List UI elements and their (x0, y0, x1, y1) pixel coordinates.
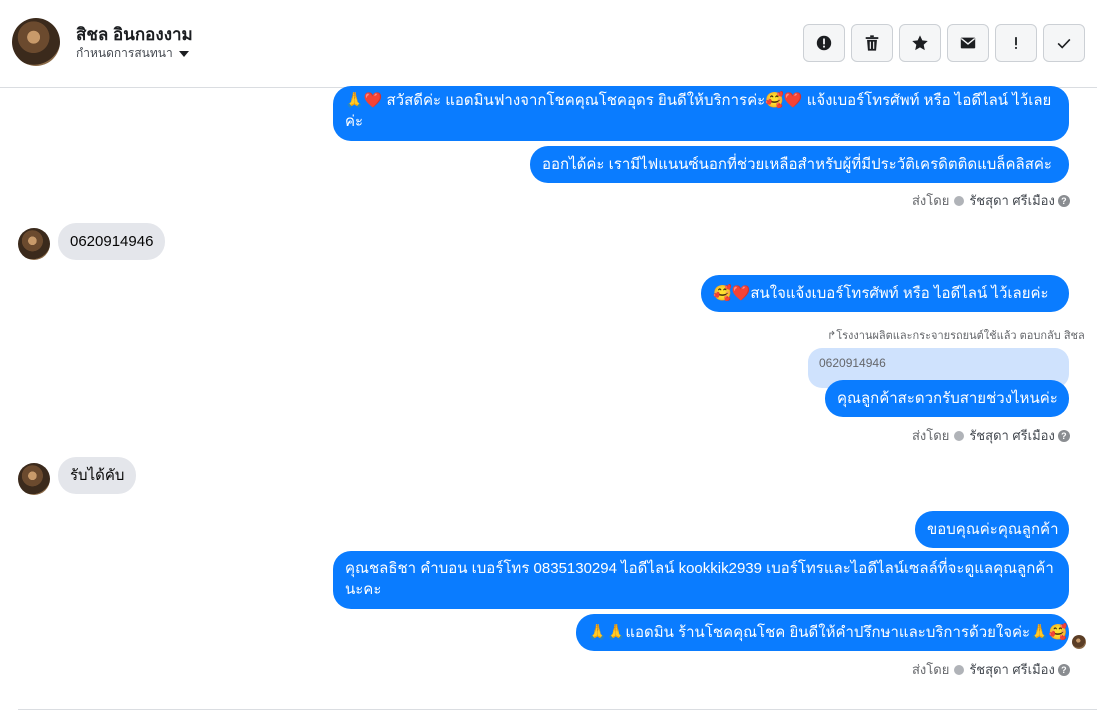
outgoing-message[interactable]: 🙏🙏แอดมิน ร้านโชคคุณโชค ยินดีให้คำปรึกษาแ… (576, 614, 1069, 651)
sent-by-label: ส่งโดย (912, 428, 950, 443)
schedule-label: กำหนดการสนทนา (76, 46, 173, 60)
exclamation-icon (1015, 37, 1017, 49)
delete-button[interactable] (851, 24, 893, 62)
trash-icon (865, 35, 879, 51)
outgoing-message[interactable]: คุณลูกค้าสะดวกรับสายช่วงไหนค่ะ (825, 380, 1069, 417)
caret-down-icon (178, 50, 189, 57)
sent-by-label: ส่งโดย (912, 193, 950, 208)
envelope-icon (960, 37, 976, 49)
incoming-message[interactable]: รับได้คับ (58, 457, 137, 494)
action-toolbar (803, 24, 1085, 62)
sender-avatar[interactable] (18, 228, 50, 260)
alert-circle-icon (816, 35, 832, 51)
agent-name[interactable]: รัชสุดา ศรีเมือง (969, 425, 1055, 446)
verified-icon (954, 664, 965, 675)
help-icon[interactable]: ? (1057, 663, 1070, 676)
schedule-dropdown[interactable]: กำหนดการสนทนา (76, 44, 189, 63)
help-icon[interactable]: ? (1057, 429, 1070, 442)
reply-context-note: ↱โรงงานผลิตและกระจายรถยนต์ใช้แล้ว ตอบกลั… (827, 330, 1085, 342)
outgoing-message[interactable]: 🙏❤️ สวัสดีค่ะ แอดมินฟางจากโชคคุณโชคอุดร … (333, 86, 1069, 141)
agent-name[interactable]: รัชสุดา ศรีเมือง (969, 659, 1055, 680)
sent-by-note: ส่งโดย รัชสุดา ศรีเมือง ? (912, 659, 1070, 680)
agent-name[interactable]: รัชสุดา ศรีเมือง (969, 190, 1055, 211)
star-button[interactable] (899, 24, 941, 62)
outgoing-message[interactable]: คุณชลธิชา คำบอน เบอร์โทร 0835130294 ไอดี… (333, 551, 1069, 609)
report-spam-button[interactable] (803, 24, 845, 62)
sent-by-note: ส่งโดย รัชสุดา ศรีเมือง ? (912, 190, 1070, 211)
mark-unread-button[interactable] (947, 24, 989, 62)
conversation-header: สิชล อินกองงาม กำหนดการสนทนา (0, 0, 1097, 88)
help-icon[interactable]: ? (1057, 194, 1070, 207)
seen-avatar (1072, 635, 1086, 649)
outgoing-message[interactable]: ออกได้ค่ะ เรามีไฟแนนซ์นอกที่ช่วยเหลือสำห… (530, 146, 1069, 183)
outgoing-message[interactable]: ขอบคุณค่ะคุณลูกค้า (915, 511, 1069, 548)
incoming-message[interactable]: 0620914946 (58, 223, 166, 260)
verified-icon (954, 195, 965, 206)
contact-avatar[interactable] (12, 18, 60, 66)
message-thread: 🙏❤️ สวัสดีค่ะ แอดมินฟางจากโชคคุณโชคอุดร … (0, 86, 1097, 710)
sent-by-note: ส่งโดย รัชสุดา ศรีเมือง ? (912, 425, 1070, 446)
star-icon (912, 35, 928, 51)
sender-avatar[interactable] (18, 463, 50, 495)
outgoing-message[interactable]: 🥰❤️สนใจแจ้งเบอร์โทรศัพท์ หรือ ไอดีไลน์ ไ… (701, 275, 1069, 312)
verified-icon (954, 430, 965, 441)
checkmark-icon (1057, 38, 1071, 49)
follow-up-button[interactable] (995, 24, 1037, 62)
sent-by-label: ส่งโดย (912, 662, 950, 677)
mark-done-button[interactable] (1043, 24, 1085, 62)
